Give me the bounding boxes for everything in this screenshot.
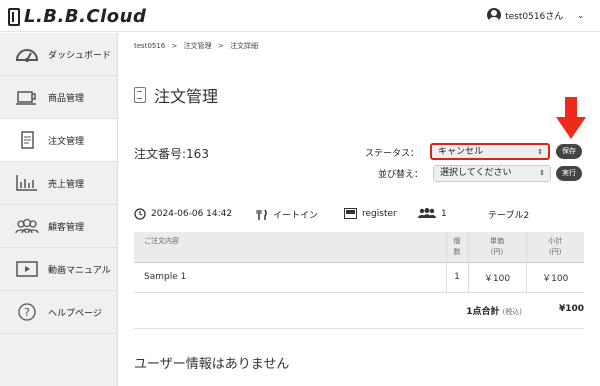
order-items-table: ご注文内容 個数 単価 (円) 小計 (円) Sample 1 1 ￥100 ￥10…: [134, 232, 584, 293]
sidebar-item-label: 動画マニュアル: [48, 265, 111, 276]
sort-select-value: 選択してください: [440, 168, 512, 178]
username: test0516さん: [505, 11, 564, 22]
sort-select[interactable]: 選択してください ⇕: [433, 165, 551, 182]
execute-button[interactable]: 実行: [556, 166, 582, 181]
svg-text:?: ?: [24, 306, 30, 319]
sidebar-item-label: 商品管理: [48, 93, 85, 104]
page-title-text: 注文管理: [154, 87, 219, 106]
user-menu[interactable]: test0516さん ⌄: [487, 8, 584, 22]
status-select[interactable]: キャンセル ⇕: [430, 143, 550, 160]
order-datetime: 2024-06-06 14:42: [134, 208, 232, 220]
column-header-qty: 個数: [445, 232, 468, 263]
item-name: Sample 1: [134, 262, 446, 293]
sort-label: 並び替え：: [378, 170, 424, 180]
users-icon: [418, 208, 436, 219]
column-header-price: 単価 (円): [467, 232, 526, 263]
total-value: ¥100: [558, 304, 584, 314]
sidebar-item-video-manual[interactable]: 動画マニュアル: [0, 248, 117, 291]
breadcrumb-separator: >: [171, 42, 178, 50]
sidebar-item-sales[interactable]: 売上管理: [0, 162, 117, 205]
sidebar-item-label: 売上管理: [48, 179, 85, 190]
sidebar-item-orders[interactable]: 注文管理: [0, 119, 117, 162]
page-title: 注文管理: [134, 83, 218, 107]
order-number: 注文番号:163: [134, 147, 209, 161]
item-qty: 1: [445, 262, 468, 293]
cup-icon: [14, 88, 40, 106]
arrow-down-icon: [556, 97, 586, 139]
bar-chart-icon: [14, 174, 40, 192]
order-service-type: イートイン: [256, 208, 318, 221]
table-row: Sample 1 1 ￥100 ￥100: [134, 262, 584, 293]
breadcrumb-separator: >: [217, 42, 224, 50]
item-price: ￥100: [467, 262, 526, 293]
sidebar: ダッシュボード 商品管理 注文管理 売上管理 顧客管理 動画マニュアル ? ヘル…: [0, 33, 118, 386]
logo-text: L.B.B.Cloud: [24, 6, 147, 27]
logo[interactable]: L.B.B.Cloud: [8, 6, 146, 27]
save-button[interactable]: 保存: [556, 144, 582, 159]
logo-icon: [8, 7, 20, 26]
item-subtotal: ￥100: [525, 262, 584, 293]
sidebar-item-label: ヘルプページ: [48, 308, 102, 319]
top-bar: L.B.B.Cloud test0516さん ⌄: [0, 0, 600, 32]
sidebar-item-label: ダッシュボード: [48, 50, 112, 61]
sidebar-item-customers[interactable]: 顧客管理: [0, 205, 117, 248]
order-people: 1: [418, 208, 447, 219]
register-icon: [344, 208, 357, 219]
chevron-down-icon: ⌄: [577, 10, 584, 20]
users-icon: [14, 217, 40, 235]
total-label: 1点合計 (税込): [466, 307, 522, 317]
breadcrumb: test0516 > 注文管理 > 注文詳細: [134, 41, 262, 51]
column-header-subtotal: 小計 (円): [525, 232, 584, 263]
breadcrumb-link-orders[interactable]: 注文管理: [184, 42, 212, 50]
dashboard-icon: [14, 45, 40, 63]
document-icon: [134, 87, 146, 103]
breadcrumb-link-home[interactable]: test0516: [134, 42, 165, 50]
updown-icon: ⇕: [539, 169, 545, 177]
avatar-icon: [487, 8, 502, 22]
play-icon: [14, 260, 40, 278]
order-total: 1点合計 (税込) ¥100: [134, 304, 584, 318]
order-info-row: 2024-06-06 14:42 イートイン register 1 テーブル2: [134, 208, 584, 224]
help-icon: ?: [14, 303, 40, 321]
updown-icon: ⇕: [537, 148, 543, 156]
status-select-value: キャンセル: [438, 147, 484, 157]
sidebar-item-label: 注文管理: [48, 136, 85, 147]
sidebar-item-dashboard[interactable]: ダッシュボード: [0, 33, 117, 76]
sidebar-item-products[interactable]: 商品管理: [0, 76, 117, 119]
breadcrumb-current: 注文詳細: [229, 42, 258, 50]
table-header-row: ご注文内容 個数 単価 (円) 小計 (円): [134, 232, 584, 263]
divider: [134, 328, 584, 329]
sidebar-item-help[interactable]: ? ヘルプページ: [0, 291, 117, 334]
order-table: テーブル2: [488, 211, 530, 221]
order-register: register: [344, 208, 397, 219]
sidebar-item-label: 顧客管理: [48, 222, 85, 233]
document-icon: [14, 131, 40, 149]
no-user-info-message: ユーザー情報はありません: [134, 357, 290, 372]
clock-icon: [134, 208, 146, 220]
column-header-content: ご注文内容: [134, 232, 446, 263]
status-label: ステータス：: [365, 149, 420, 159]
tax-note: (税込): [502, 308, 522, 316]
main-content: test0516 > 注文管理 > 注文詳細 注文管理 注文番号:163 ステー…: [119, 33, 600, 386]
cutlery-icon: [256, 209, 268, 221]
